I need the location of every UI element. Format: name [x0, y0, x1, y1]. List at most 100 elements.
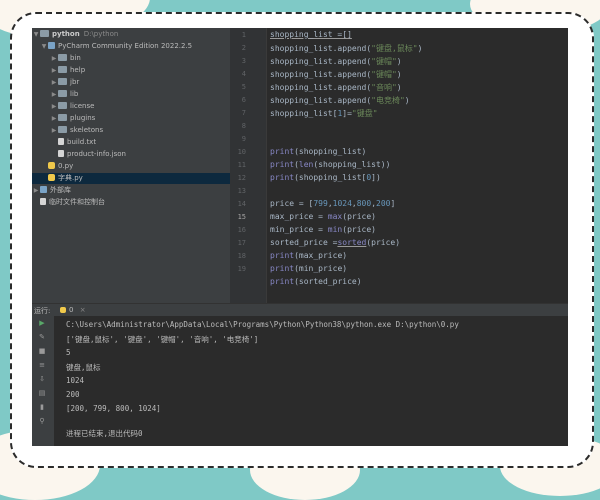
tree-external-libraries[interactable]: ▶ 外部库	[32, 185, 230, 196]
print-icon[interactable]: ▤	[37, 390, 47, 397]
folder-icon	[58, 66, 67, 73]
code-line: shopping_list.append("电竞椅")	[270, 96, 410, 105]
code-line: print(sorted_price)	[270, 277, 362, 286]
code-line: shopping_list[1]="键盘"	[270, 109, 378, 118]
run-tool-window-header: 运行: 0 ×	[32, 303, 568, 318]
code-line: shopping_list =[]	[270, 30, 352, 39]
line-number: 15	[237, 213, 246, 221]
tree-file-product-info[interactable]: product-info.json	[32, 149, 256, 160]
line-number: 9	[241, 135, 246, 143]
console-line: ['键盘,鼠标', '键盘', '键帽', '音响', '电竞椅']	[66, 335, 259, 344]
pin-icon[interactable]: ⚲	[37, 418, 47, 425]
folder-icon	[58, 90, 67, 97]
tree-folder-license[interactable]: ▶ license	[32, 101, 248, 112]
line-number: 13	[237, 187, 246, 195]
tree-folder-bin[interactable]: ▶ bin	[32, 53, 248, 64]
code-line: print(shopping_list)	[270, 147, 367, 156]
code-line: print(len(shopping_list))	[270, 160, 391, 169]
scroll-to-end-icon[interactable]: ⇩	[37, 376, 47, 383]
folder-icon	[58, 126, 67, 133]
chevron-right-icon[interactable]: ▶	[32, 185, 40, 196]
tree-scratches[interactable]: 临时文件和控制台	[32, 197, 238, 208]
line-number: 10	[237, 148, 246, 156]
line-number: 2	[241, 44, 246, 52]
code-line: sorted_price =sorted(price)	[270, 238, 401, 247]
console-line: 5	[66, 348, 71, 357]
library-icon	[48, 42, 55, 49]
rerun-icon[interactable]: ▶	[37, 320, 47, 327]
settings-icon[interactable]: ✎	[37, 334, 47, 341]
line-number: 1	[241, 31, 246, 39]
tree-folder-lib[interactable]: ▶ lib	[32, 89, 248, 100]
line-number: 3	[241, 57, 246, 65]
stop-icon[interactable]: ■	[37, 348, 47, 355]
library-icon	[40, 186, 47, 193]
chevron-right-icon[interactable]: ▶	[50, 65, 58, 76]
code-line: max_price = max(price)	[270, 212, 376, 221]
close-icon[interactable]: ×	[80, 306, 86, 314]
code-line: shopping_list.append("键盘,鼠标")	[270, 44, 423, 53]
soft-wrap-icon[interactable]: ≡	[37, 362, 47, 369]
folder-icon	[58, 78, 67, 85]
chevron-right-icon[interactable]: ▶	[50, 89, 58, 100]
line-number: 6	[241, 96, 246, 104]
folder-icon	[58, 102, 67, 109]
tree-root[interactable]: ▼ python D:\python	[32, 29, 230, 40]
delete-icon[interactable]: ▮	[37, 404, 47, 411]
line-gutter: 1 2 3 4 5 6 7 8 9 10 11 12 13 14 15 16 1…	[230, 28, 267, 303]
tree-library[interactable]: ▼ PyCharm Community Edition 2022.2.5	[32, 41, 238, 52]
run-toolbar: ▶ ✎ ■ ≡ ⇩ ▤ ▮ ⚲	[32, 316, 54, 446]
code-line: shopping_list.append("键帽")	[270, 70, 402, 79]
run-console-output[interactable]: C:\Users\Administrator\AppData\Local\Pro…	[54, 316, 568, 446]
tree-file-build[interactable]: build.txt	[32, 137, 256, 148]
console-line: [200, 799, 800, 1024]	[66, 404, 161, 413]
folder-icon	[58, 54, 67, 61]
code-line: shopping_list.append("键帽")	[270, 57, 402, 66]
console-line: C:\Users\Administrator\AppData\Local\Pro…	[66, 320, 459, 329]
tree-script-dict[interactable]: 字典.py	[32, 173, 246, 184]
chevron-right-icon[interactable]: ▶	[50, 125, 58, 136]
tree-folder-plugins[interactable]: ▶ plugins	[32, 113, 248, 124]
json-file-icon	[58, 150, 64, 157]
chevron-right-icon[interactable]: ▶	[50, 101, 58, 112]
console-line: 键盘,鼠标	[66, 363, 101, 372]
code-line: min_price = min(price)	[270, 225, 376, 234]
console-line: 进程已结束,退出代码0	[66, 429, 143, 438]
line-number: 12	[237, 174, 246, 182]
line-number: 19	[237, 265, 246, 273]
folder-icon	[40, 30, 49, 37]
folder-icon	[58, 114, 67, 121]
console-line: 1024	[66, 376, 85, 385]
line-number: 17	[237, 239, 246, 247]
tree-folder-skeletons[interactable]: ▶ skeletons	[32, 125, 248, 136]
chevron-right-icon[interactable]: ▶	[50, 53, 58, 64]
code-editor[interactable]: 1 2 3 4 5 6 7 8 9 10 11 12 13 14 15 16 1…	[230, 28, 568, 303]
code-line: price = [799,1024,800,200]	[270, 199, 396, 208]
console-line: 200	[66, 390, 80, 399]
scratch-icon	[40, 198, 46, 205]
line-number: 5	[241, 83, 246, 91]
line-number: 7	[241, 109, 246, 117]
tree-folder-jbr[interactable]: ▶ jbr	[32, 77, 248, 88]
python-file-icon	[60, 307, 66, 313]
line-number: 11	[237, 161, 246, 169]
ide-window: ▼ python D:\python ▼ PyCharm Community Edit…	[32, 28, 568, 446]
code-line: print(min_price)	[270, 264, 348, 273]
line-number: 16	[237, 226, 246, 234]
text-file-icon	[58, 138, 64, 145]
project-tree: ▼ python D:\python ▼ PyCharm Community Edit…	[32, 28, 246, 303]
python-file-icon	[48, 174, 55, 181]
code-line: shopping_list.append("音响")	[270, 83, 402, 92]
chevron-down-icon[interactable]: ▼	[40, 41, 48, 52]
chevron-right-icon[interactable]: ▶	[50, 77, 58, 88]
tree-folder-help[interactable]: ▶ help	[32, 65, 248, 76]
line-number: 8	[241, 122, 246, 130]
run-label: 运行:	[34, 307, 51, 315]
code-line: print(max_price)	[270, 251, 348, 260]
python-file-icon	[48, 162, 55, 169]
code-line: print(shopping_list[0])	[270, 173, 381, 182]
chevron-down-icon[interactable]: ▼	[32, 29, 40, 40]
tree-script-0[interactable]: 0.py	[32, 161, 246, 172]
chevron-right-icon[interactable]: ▶	[50, 113, 58, 124]
line-number: 18	[237, 252, 246, 260]
